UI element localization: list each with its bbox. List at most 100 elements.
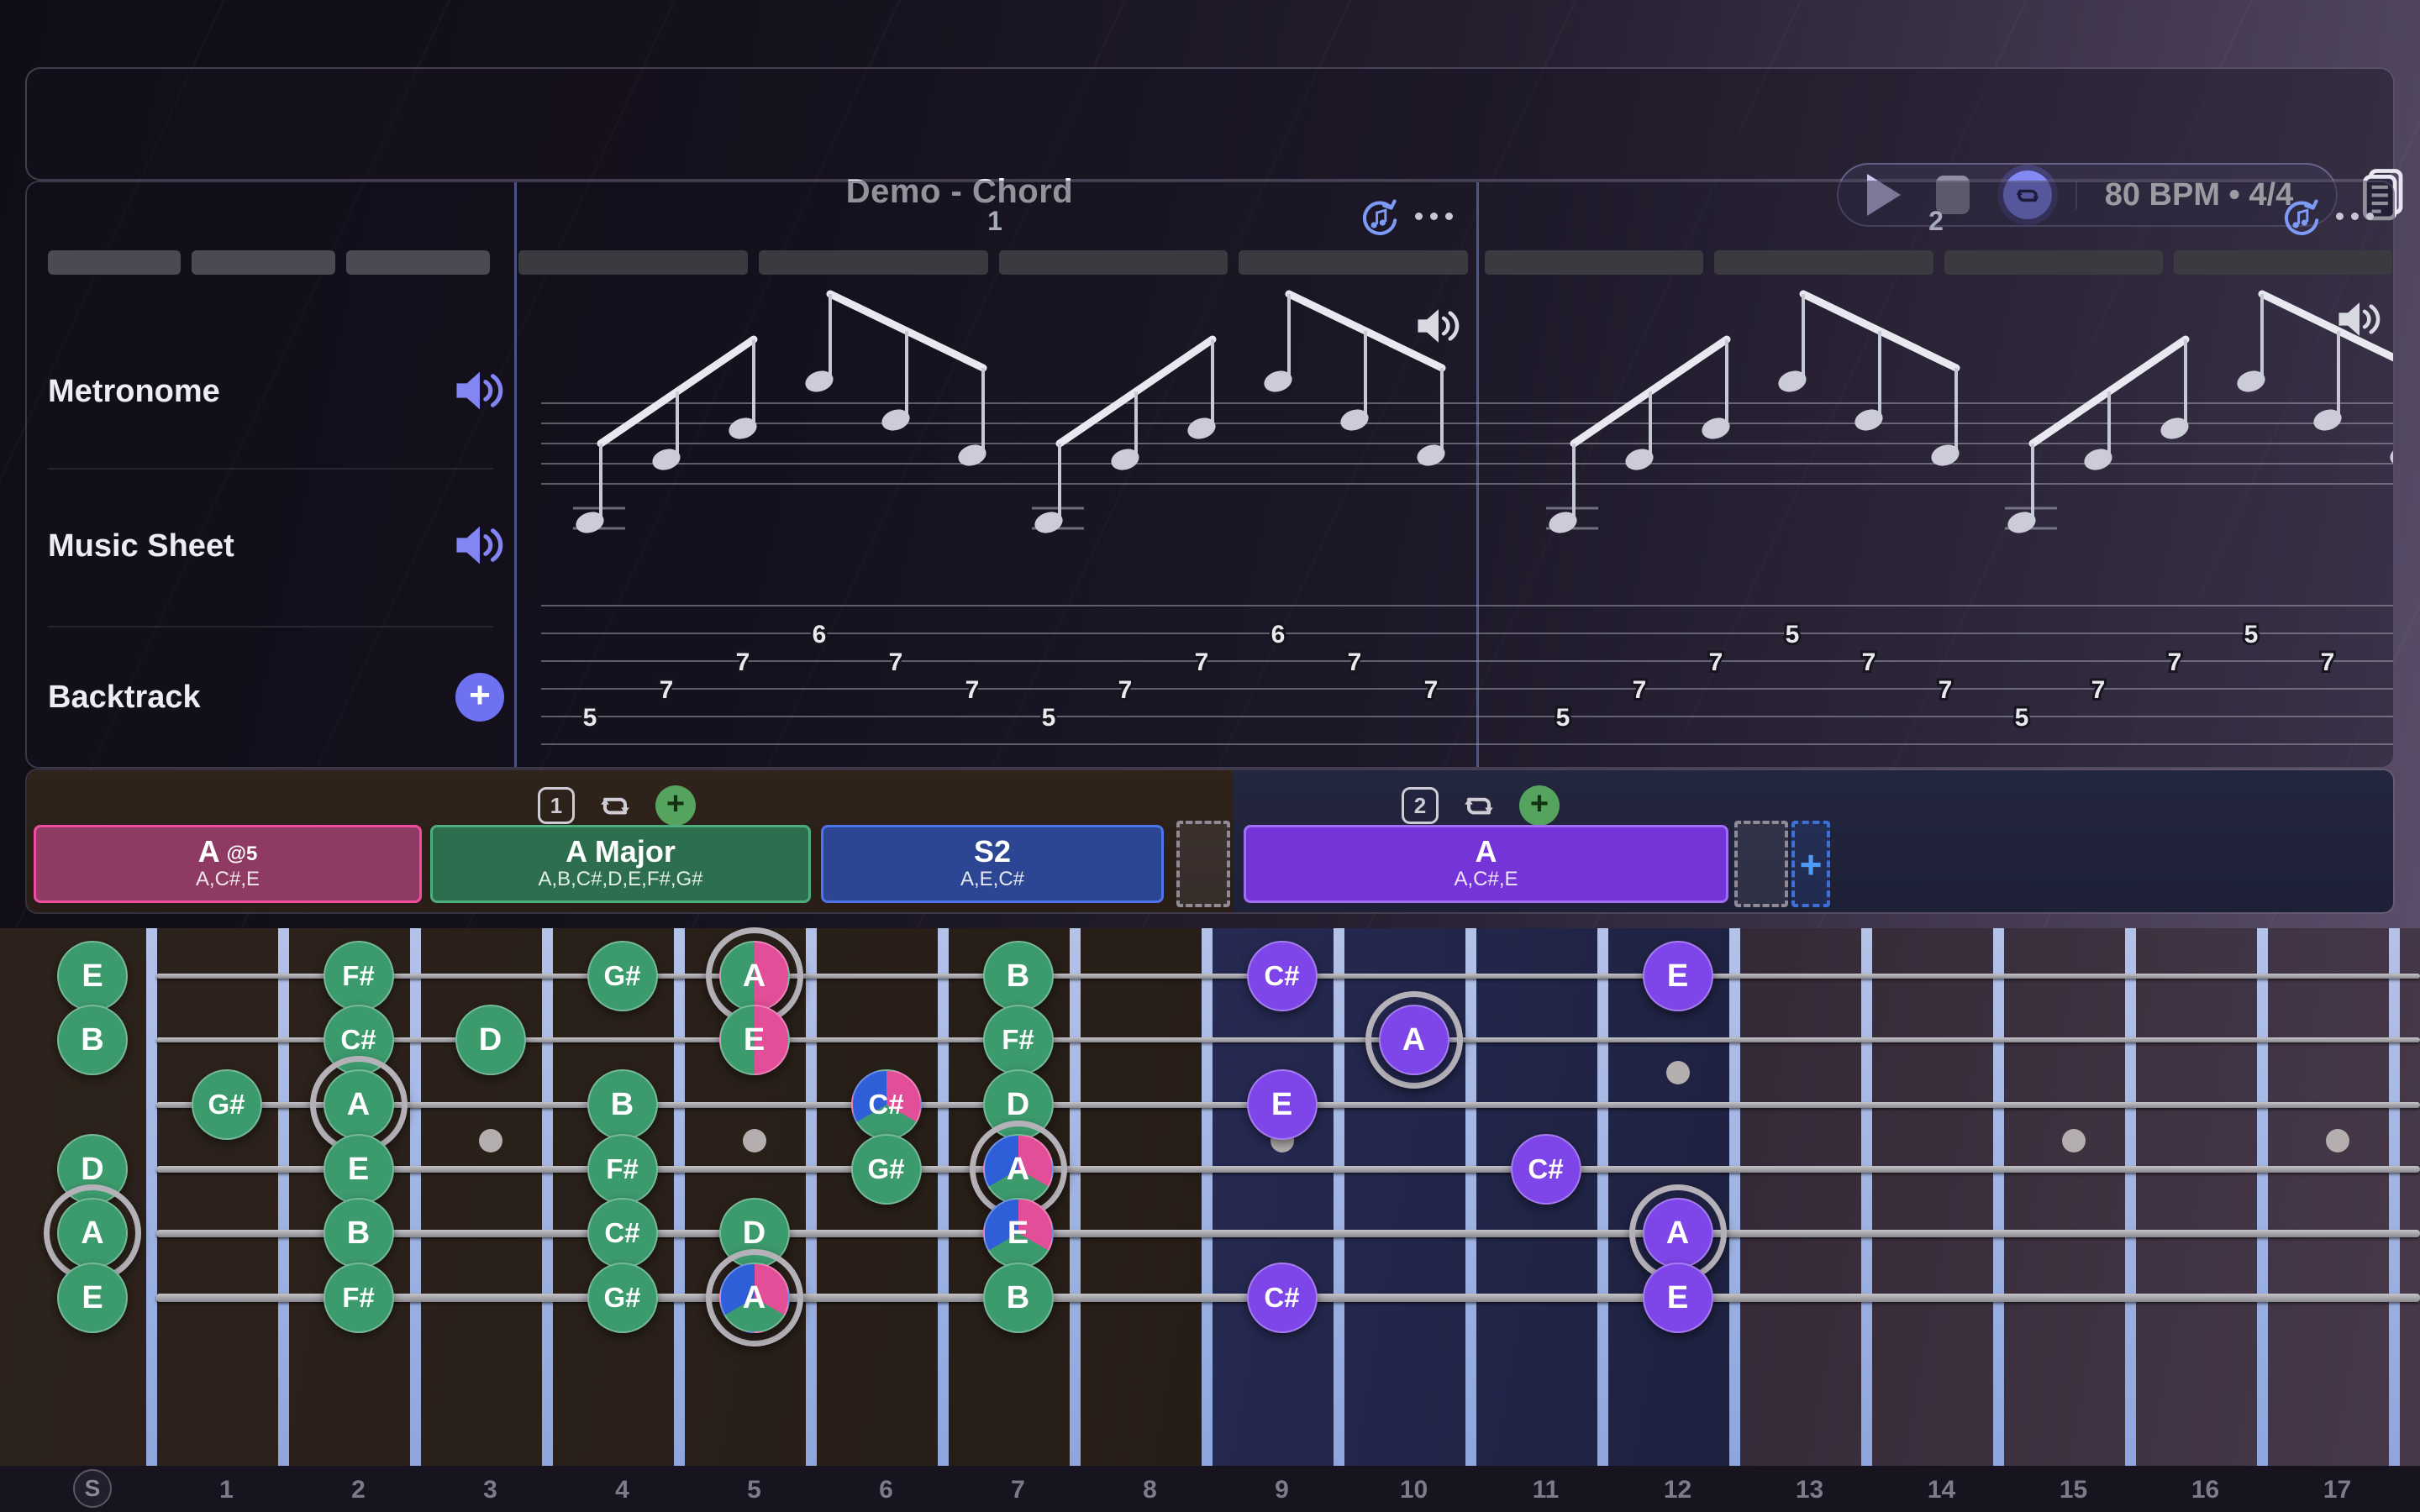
fretboard: EBDAEG#F#C#AEBF#DG#BF#C#G#AEDAC#G#BF#DAE… bbox=[0, 928, 2420, 1466]
tab-number: 5 bbox=[2015, 704, 2029, 732]
fretboard-note-e[interactable]: E bbox=[324, 1134, 394, 1205]
fret-label-4: 4 bbox=[589, 1476, 656, 1504]
chord-timeline: 1 + 2 + A@5 A,C#,E A Major A,B,C#,D,E,F#… bbox=[25, 769, 2395, 914]
tab-number: 7 bbox=[889, 648, 903, 676]
fret-label-16: 16 bbox=[2172, 1476, 2239, 1504]
fretboard-note-a[interactable]: A bbox=[57, 1198, 128, 1268]
fretboard-note-c#[interactable]: C# bbox=[851, 1069, 922, 1140]
fret-label-11: 11 bbox=[1512, 1476, 1580, 1504]
inlay-dot bbox=[1666, 1061, 1690, 1084]
top-bar: Demo - Chord 80 BPM • 4/4 bbox=[25, 67, 2395, 181]
empty-chord-slot[interactable] bbox=[1734, 821, 1788, 907]
fretboard-note-a[interactable]: A bbox=[1379, 1005, 1449, 1075]
fretboard-note-b[interactable]: B bbox=[57, 1005, 128, 1075]
fretboard-note-c#[interactable]: C# bbox=[1247, 1263, 1318, 1333]
fret-wire bbox=[674, 928, 685, 1466]
empty-chord-slot[interactable] bbox=[1176, 821, 1230, 907]
fretboard-note-f#[interactable]: F# bbox=[324, 941, 394, 1011]
section-2-header: 2 + bbox=[1402, 785, 1560, 826]
tab-number: 7 bbox=[2321, 648, 2335, 676]
fretboard-note-c#[interactable]: C# bbox=[587, 1198, 658, 1268]
chord-block-a-major[interactable]: A Major A,B,C#,D,E,F#,G# bbox=[430, 825, 811, 903]
fret-label-2: 2 bbox=[325, 1476, 392, 1504]
fret-wire bbox=[2257, 928, 2268, 1466]
fretboard-note-f#[interactable]: F# bbox=[587, 1134, 658, 1205]
fretboard-note-g#[interactable]: G# bbox=[587, 941, 658, 1011]
fretboard-note-b[interactable]: B bbox=[587, 1069, 658, 1140]
repeat-icon[interactable] bbox=[593, 785, 637, 826]
sidebar-item-metronome: Metronome bbox=[48, 374, 220, 410]
tab-number: 7 bbox=[1348, 648, 1362, 676]
beat-bar bbox=[2174, 250, 2392, 275]
fret-wire bbox=[1993, 928, 2004, 1466]
highlighted-root-note[interactable]: A bbox=[706, 1249, 803, 1347]
tab-number: 7 bbox=[1862, 648, 1876, 676]
fretboard-note-g#[interactable]: G# bbox=[587, 1263, 658, 1333]
guitar-string-5 bbox=[156, 1230, 2420, 1237]
beat-bar bbox=[1485, 250, 1703, 275]
fretboard-note-a[interactable]: A bbox=[719, 941, 790, 1011]
tab-number: 6 bbox=[813, 621, 827, 648]
section-number-badge[interactable]: 1 bbox=[538, 787, 575, 824]
tab-number: 7 bbox=[1424, 676, 1439, 704]
fret-wire bbox=[1070, 928, 1081, 1466]
score-panel: Metronome Music Sheet Backtrack + 1 2 bbox=[25, 181, 2395, 769]
beat-bar bbox=[518, 250, 748, 275]
fretboard-note-a[interactable]: A bbox=[1643, 1198, 1713, 1268]
highlighted-root-note[interactable]: A bbox=[1365, 991, 1463, 1089]
tab-number: 7 bbox=[1939, 676, 1953, 704]
tab-number: 7 bbox=[660, 676, 674, 704]
add-chord-slot-button[interactable]: + bbox=[1791, 821, 1830, 907]
beat-bar bbox=[1714, 250, 1933, 275]
chord-block-s2[interactable]: S2 A,E,C# bbox=[821, 825, 1164, 903]
fret-label-5: 5 bbox=[721, 1476, 788, 1504]
tab-number: 5 bbox=[583, 704, 597, 732]
plus-icon: + bbox=[455, 673, 504, 722]
fretboard-note-e[interactable]: E bbox=[983, 1198, 1054, 1268]
fretboard-note-d[interactable]: D bbox=[455, 1005, 526, 1075]
chord-block-a-at-5[interactable]: A@5 A,C#,E bbox=[34, 825, 422, 903]
fretboard-note-g#[interactable]: G# bbox=[192, 1069, 262, 1140]
metronome-speaker-icon[interactable] bbox=[454, 369, 506, 417]
beat-bar bbox=[1944, 250, 2163, 275]
fretboard-note-c#[interactable]: C# bbox=[1247, 941, 1318, 1011]
chord-block-a[interactable]: A A,C#,E bbox=[1244, 825, 1728, 903]
tab-number: 7 bbox=[2168, 648, 2182, 676]
fret-label-open[interactable]: S bbox=[73, 1469, 112, 1508]
fretboard-note-e[interactable]: E bbox=[1643, 941, 1713, 1011]
tab-number: 7 bbox=[965, 676, 980, 704]
repeat-icon[interactable] bbox=[1457, 785, 1501, 826]
fretboard-note-a[interactable]: A bbox=[324, 1069, 394, 1140]
fretboard-note-b[interactable]: B bbox=[983, 941, 1054, 1011]
fretboard-note-b[interactable]: B bbox=[983, 1263, 1054, 1333]
fretboard-note-b[interactable]: B bbox=[324, 1198, 394, 1268]
fretboard-note-e[interactable]: E bbox=[1643, 1263, 1713, 1333]
add-chord-button[interactable]: + bbox=[655, 785, 696, 826]
fretboard-note-e[interactable]: E bbox=[719, 1005, 790, 1075]
fret-wire bbox=[938, 928, 949, 1466]
nut bbox=[146, 928, 157, 1466]
section-number-badge[interactable]: 2 bbox=[1402, 787, 1439, 824]
fret-wire bbox=[542, 928, 553, 1466]
fretboard-section bbox=[1734, 928, 2420, 1466]
fretboard-note-f#[interactable]: F# bbox=[983, 1005, 1054, 1075]
tab-number: 5 bbox=[2244, 621, 2259, 648]
fretboard-note-f#[interactable]: F# bbox=[324, 1263, 394, 1333]
sidebar-item-backtrack: Backtrack bbox=[48, 680, 201, 716]
inlay-dot bbox=[2062, 1129, 2086, 1152]
fret-wire bbox=[1597, 928, 1608, 1466]
fret-wire bbox=[2125, 928, 2136, 1466]
fretboard-note-a[interactable]: A bbox=[719, 1263, 790, 1333]
fretboard-note-g#[interactable]: G# bbox=[851, 1134, 922, 1205]
fret-label-13: 13 bbox=[1776, 1476, 1844, 1504]
fretboard-note-c#[interactable]: C# bbox=[1511, 1134, 1581, 1205]
fretboard-note-e[interactable]: E bbox=[57, 1263, 128, 1333]
beat-bar bbox=[759, 250, 988, 275]
backtrack-add-button[interactable]: + bbox=[455, 673, 504, 722]
music-sheet-speaker-icon[interactable] bbox=[454, 523, 506, 571]
fretboard-note-a[interactable]: A bbox=[983, 1134, 1054, 1205]
add-chord-button[interactable]: + bbox=[1519, 785, 1560, 826]
fret-label-1: 1 bbox=[193, 1476, 260, 1504]
fretboard-note-e[interactable]: E bbox=[57, 941, 128, 1011]
fretboard-note-e[interactable]: E bbox=[1247, 1069, 1318, 1140]
